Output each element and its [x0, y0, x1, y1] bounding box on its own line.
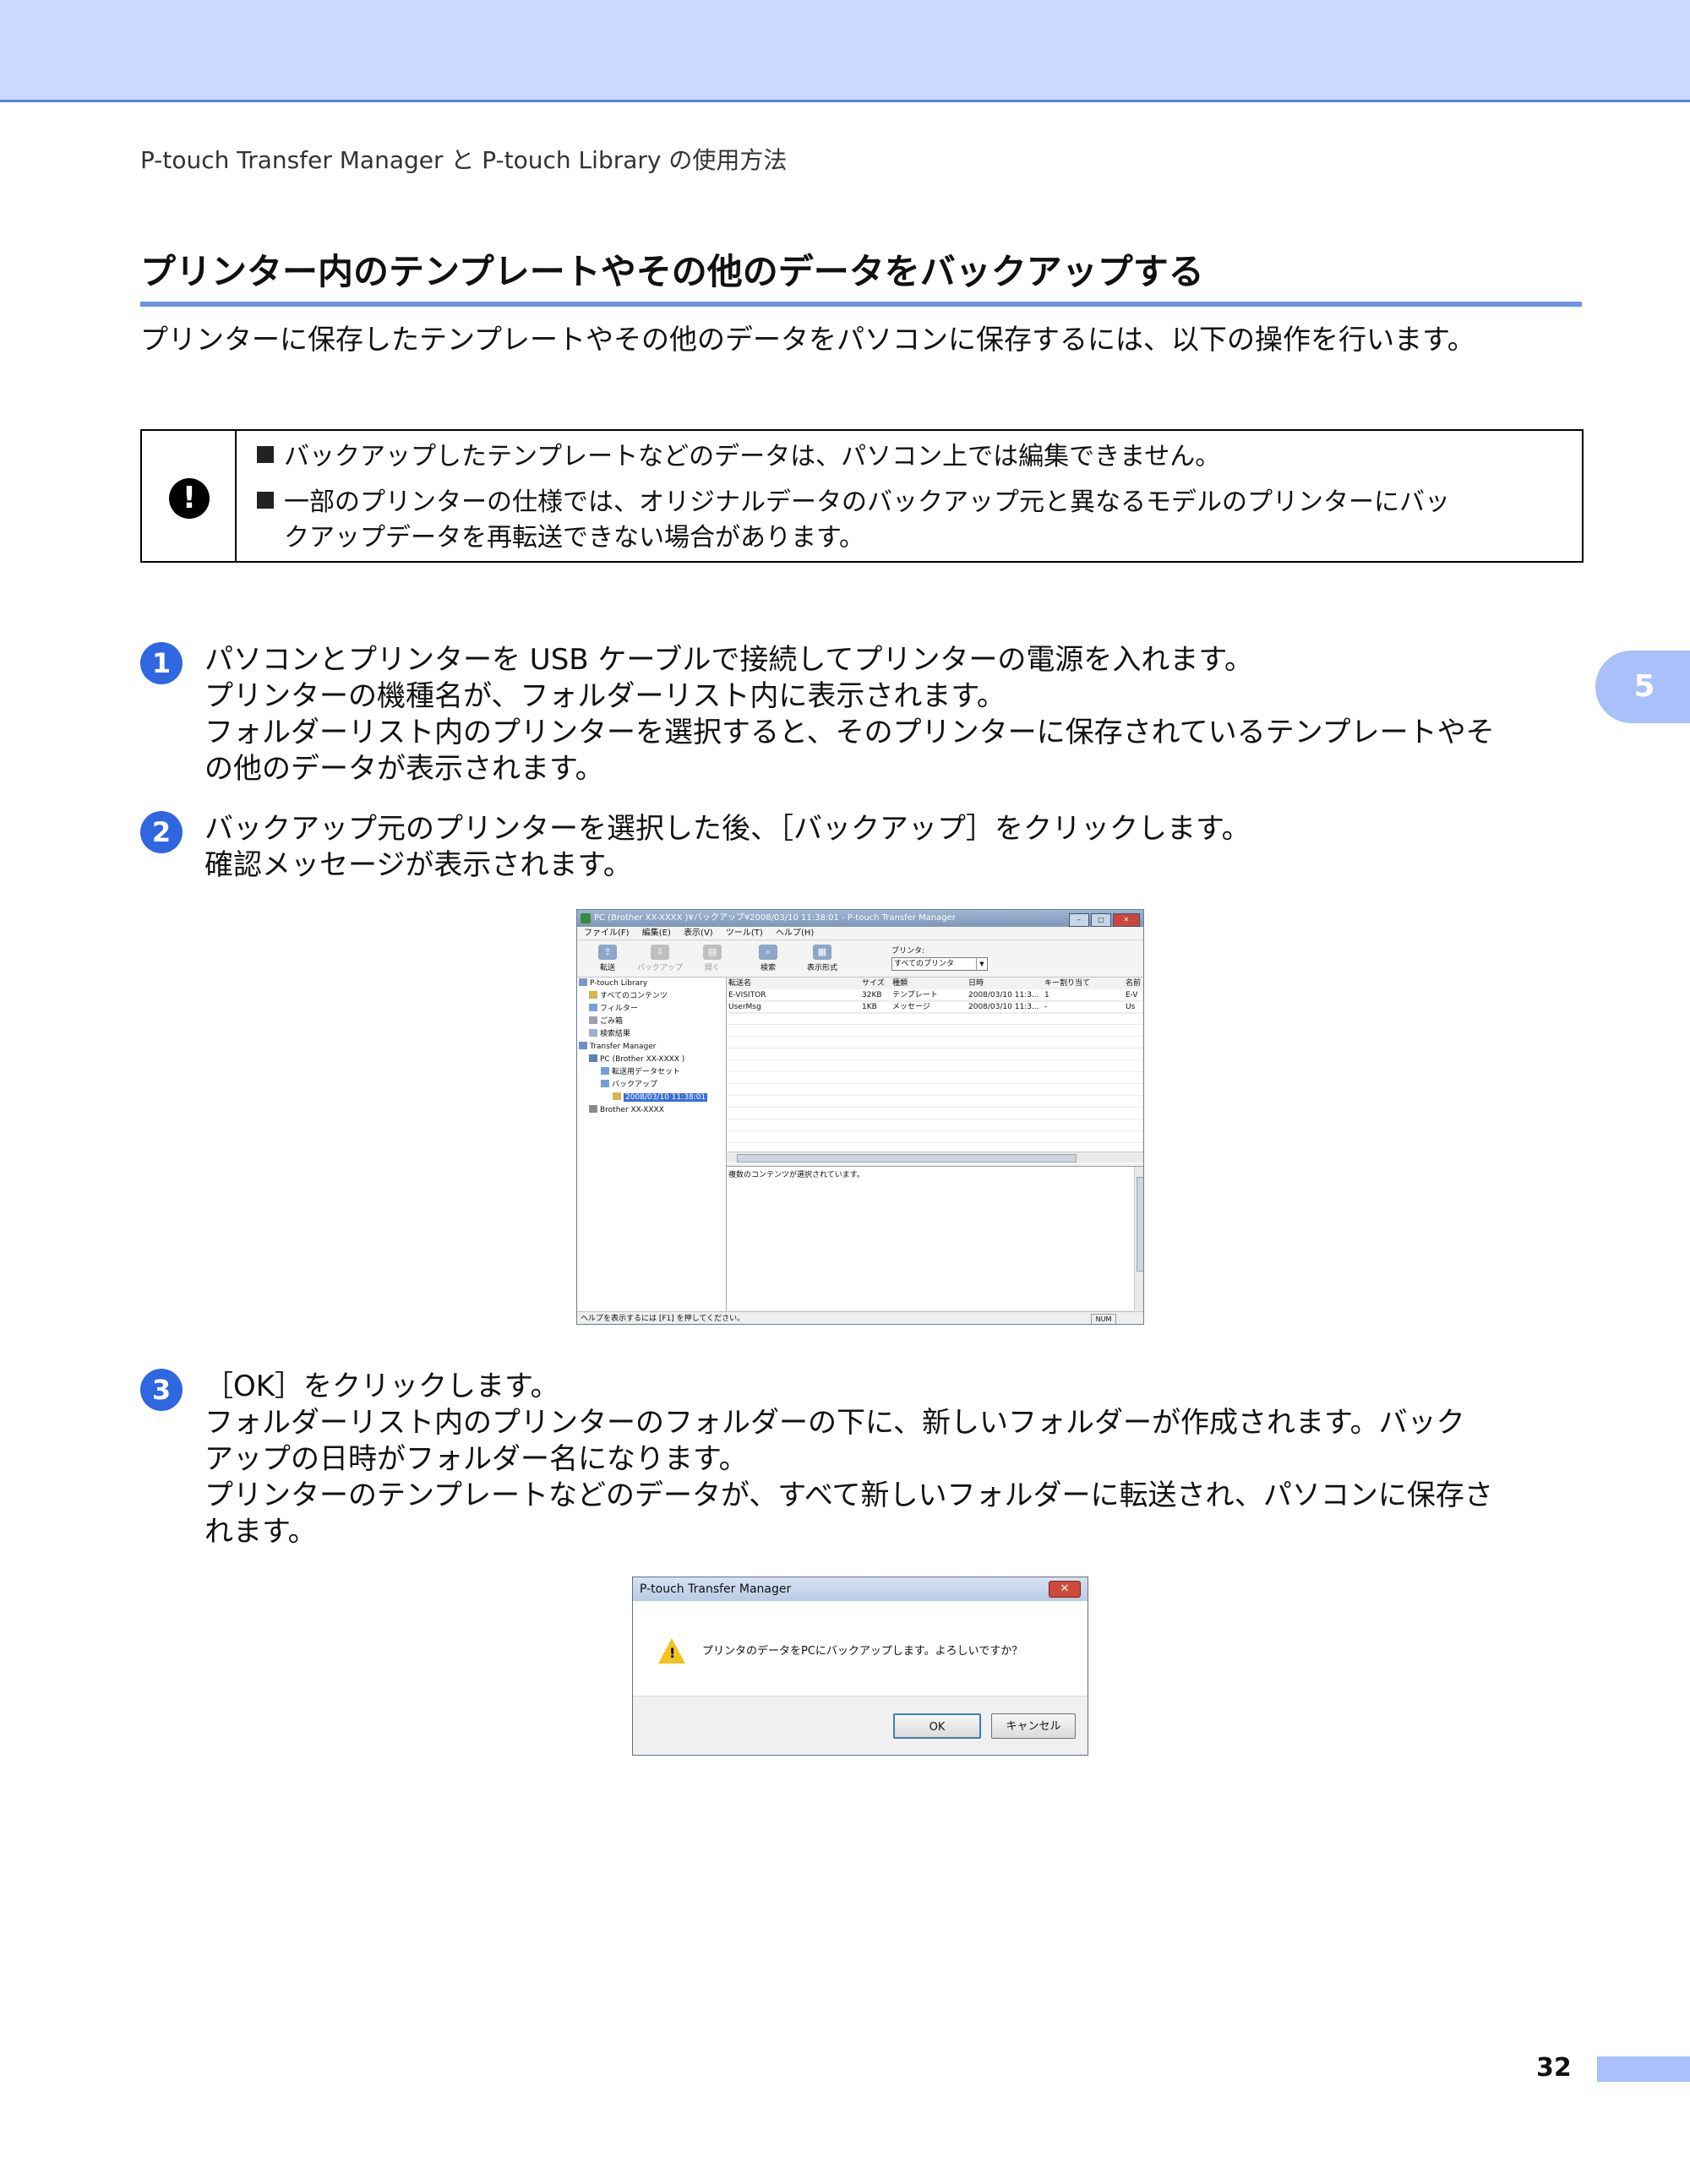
scroll-thumb[interactable]: [737, 1154, 1077, 1163]
open-button[interactable]: ▤ 開く: [687, 945, 738, 972]
step-number-2: 2: [140, 811, 183, 853]
col-datetime[interactable]: 日時: [968, 978, 984, 989]
bullet-square-icon: [257, 492, 274, 509]
col-transfer-name[interactable]: 転送名: [728, 978, 751, 989]
breadcrumb: P-touch Transfer Manager と P-touch Libra…: [140, 146, 788, 174]
backup-button[interactable]: ⇩ バックアップ: [635, 945, 685, 972]
menu-tools[interactable]: ツール(T): [726, 929, 763, 938]
transfer-manager-window-screenshot: PC (Brother XX-XXXX )¥バックアップ¥2008/03/10 …: [576, 909, 1144, 1325]
menu-edit[interactable]: 編集(E): [642, 929, 671, 938]
step-3-text: ［OK］をクリックします。 フォルダーリスト内のプリンターのフォルダーの下に、新…: [204, 1370, 1493, 1549]
step-1-text: パソコンとプリンターを USB ケーブルで接続してプリンターの電源を入れます。 …: [204, 643, 1495, 786]
search-results-icon: [589, 1029, 597, 1037]
menu-bar: ファイル(F) 編集(E) 表示(V) ツール(T) ヘルプ(H): [577, 927, 1143, 940]
bullet-square-icon: [257, 446, 274, 463]
tree-item-filter[interactable]: フィルター: [577, 1003, 726, 1016]
top-header-band: [0, 0, 1690, 102]
page-number-bar: [1597, 2056, 1690, 2082]
open-icon: ▤: [703, 945, 722, 960]
note-item-1: バックアップしたテンプレートなどのデータは、パソコン上では編集できません。: [257, 439, 1220, 475]
dropdown-arrow-icon: ▼: [976, 958, 987, 970]
num-lock-indicator: NUM: [1091, 1314, 1116, 1324]
ok-button[interactable]: OK: [893, 1713, 981, 1739]
filter-icon: [589, 1004, 597, 1011]
section-title: プリンター内のテンプレートやその他のデータをバックアップする: [140, 243, 1582, 307]
note-item-2: 一部のプリンターの仕様では、オリジナルデータのバックアップ元と異なるモデルのプリ…: [257, 485, 1450, 556]
window-controls: – □ ✕: [1067, 912, 1140, 929]
scroll-thumb[interactable]: [1137, 1177, 1143, 1272]
horizontal-scrollbar[interactable]: [727, 1152, 1143, 1163]
minimize-icon[interactable]: –: [1069, 913, 1089, 927]
tree-item-backup-date[interactable]: 2008/03/10 11:38:01: [577, 1092, 726, 1104]
intro-text: プリンターに保存したテンプレートやその他のデータをパソコンに保存するには、以下の…: [140, 323, 1475, 356]
note-icon-cell: !: [142, 431, 237, 561]
dialog-message: プリンタのデータをPCにバックアップします。よろしいですか？: [702, 1645, 1023, 1658]
menu-view[interactable]: 表示(V): [684, 929, 713, 938]
menu-file[interactable]: ファイル(F): [584, 929, 630, 938]
printer-filter: プリンタ: すべてのプリンタ ▼: [891, 945, 988, 971]
backup-folder-icon: [601, 1080, 609, 1087]
file-list: 転送名 サイズ 種類 日時 キー割り当て 名前 E-VISITOR 32KB テ…: [727, 978, 1143, 1163]
list-header: 転送名 サイズ 種類 日時 キー割り当て 名前: [727, 978, 1143, 990]
tree-item-transfer-dataset[interactable]: 転送用データセット: [577, 1066, 726, 1079]
view-mode-button[interactable]: ▦ 表示形式: [797, 945, 848, 972]
preview-pane: 複数のコンテンツが選択されています。: [727, 1166, 1143, 1310]
folder-tree: P-touch Library すべてのコンテンツ フィルター ごみ箱 検索結果…: [577, 978, 727, 1311]
printer-icon: [589, 1105, 597, 1113]
close-icon[interactable]: ✕: [1113, 913, 1140, 927]
trash-icon: [589, 1016, 597, 1024]
page-number: 32: [1536, 2053, 1572, 2083]
window-title-bar: PC (Brother XX-XXXX )¥バックアップ¥2008/03/10 …: [577, 910, 1143, 927]
dialog-footer: OK キャンセル: [633, 1696, 1088, 1755]
tree-item-backup[interactable]: バックアップ: [577, 1079, 726, 1092]
col-key-assign[interactable]: キー割り当て: [1044, 978, 1090, 989]
transfer-button[interactable]: ⇪ 転送: [582, 945, 633, 972]
table-row[interactable]: E-VISITOR 32KB テンプレート 2008/03/10 11:3...…: [727, 989, 1143, 1002]
chapter-tab: 5: [1595, 651, 1690, 723]
confirm-dialog-screenshot: P-touch Transfer Manager ✕ ! プリンタのデータをPC…: [632, 1577, 1088, 1756]
search-button[interactable]: ⌕ 検索: [743, 945, 793, 972]
status-bar: ヘルプを表示するには [F1] を押してください。 NUM: [577, 1311, 1143, 1324]
folder-icon: [589, 991, 597, 999]
close-icon[interactable]: ✕: [1049, 1581, 1081, 1598]
tree-item-all-contents[interactable]: すべてのコンテンツ: [577, 990, 726, 1003]
computer-icon: [589, 1054, 597, 1062]
toolbar: ⇪ 転送 ⇩ バックアップ ▤ 開く ⌕ 検索 ▦ 表示形式 プリンタ: すべてのプリンタ…: [577, 941, 1143, 978]
app-icon: [581, 913, 591, 923]
step-number-1: 1: [140, 642, 183, 684]
tree-item-transfer-manager[interactable]: Transfer Manager: [577, 1041, 726, 1054]
transfer-icon: ⇪: [598, 945, 617, 960]
vertical-scrollbar[interactable]: [1134, 1167, 1143, 1310]
tree-item-pc[interactable]: PC (Brother XX-XXXX ): [577, 1054, 726, 1066]
tree-item-ptouch-library[interactable]: P-touch Library: [577, 978, 726, 990]
tree-item-printer[interactable]: Brother XX-XXXX: [577, 1104, 726, 1117]
tree-item-trash[interactable]: ごみ箱: [577, 1016, 726, 1028]
dialog-body: ! プリンタのデータをPCにバックアップします。よろしいですか？: [633, 1601, 1088, 1696]
dataset-icon: [601, 1067, 609, 1075]
cancel-button[interactable]: キャンセル: [991, 1713, 1076, 1739]
dialog-title-bar: P-touch Transfer Manager ✕: [633, 1577, 1088, 1601]
menu-help[interactable]: ヘルプ(H): [776, 929, 814, 938]
warning-icon: !: [658, 1638, 685, 1664]
important-note-box: ! バックアップしたテンプレートなどのデータは、パソコン上では編集できません。 …: [140, 429, 1584, 563]
tree-item-search-results[interactable]: 検索結果: [577, 1028, 726, 1041]
col-name[interactable]: 名前: [1126, 978, 1141, 989]
maximize-icon[interactable]: □: [1091, 913, 1111, 927]
view-mode-icon: ▦: [813, 945, 831, 960]
folder-icon: [613, 1092, 621, 1100]
printer-select[interactable]: すべてのプリンタ ▼: [891, 957, 988, 971]
step-2-text: バックアップ元のプリンターを選択した後、［バックアップ］をクリックします。 確認…: [204, 812, 1251, 882]
transfer-manager-icon: [579, 1042, 587, 1049]
table-row[interactable]: UserMsg 1KB メッセージ 2008/03/10 11:3... - U…: [727, 1001, 1143, 1014]
backup-icon: ⇩: [651, 945, 669, 960]
exclamation-icon: !: [169, 478, 210, 519]
library-icon: [579, 978, 587, 986]
step-number-3: 3: [140, 1369, 183, 1411]
search-icon: ⌕: [759, 945, 777, 960]
col-size[interactable]: サイズ: [862, 978, 885, 989]
col-type[interactable]: 種類: [892, 978, 908, 989]
